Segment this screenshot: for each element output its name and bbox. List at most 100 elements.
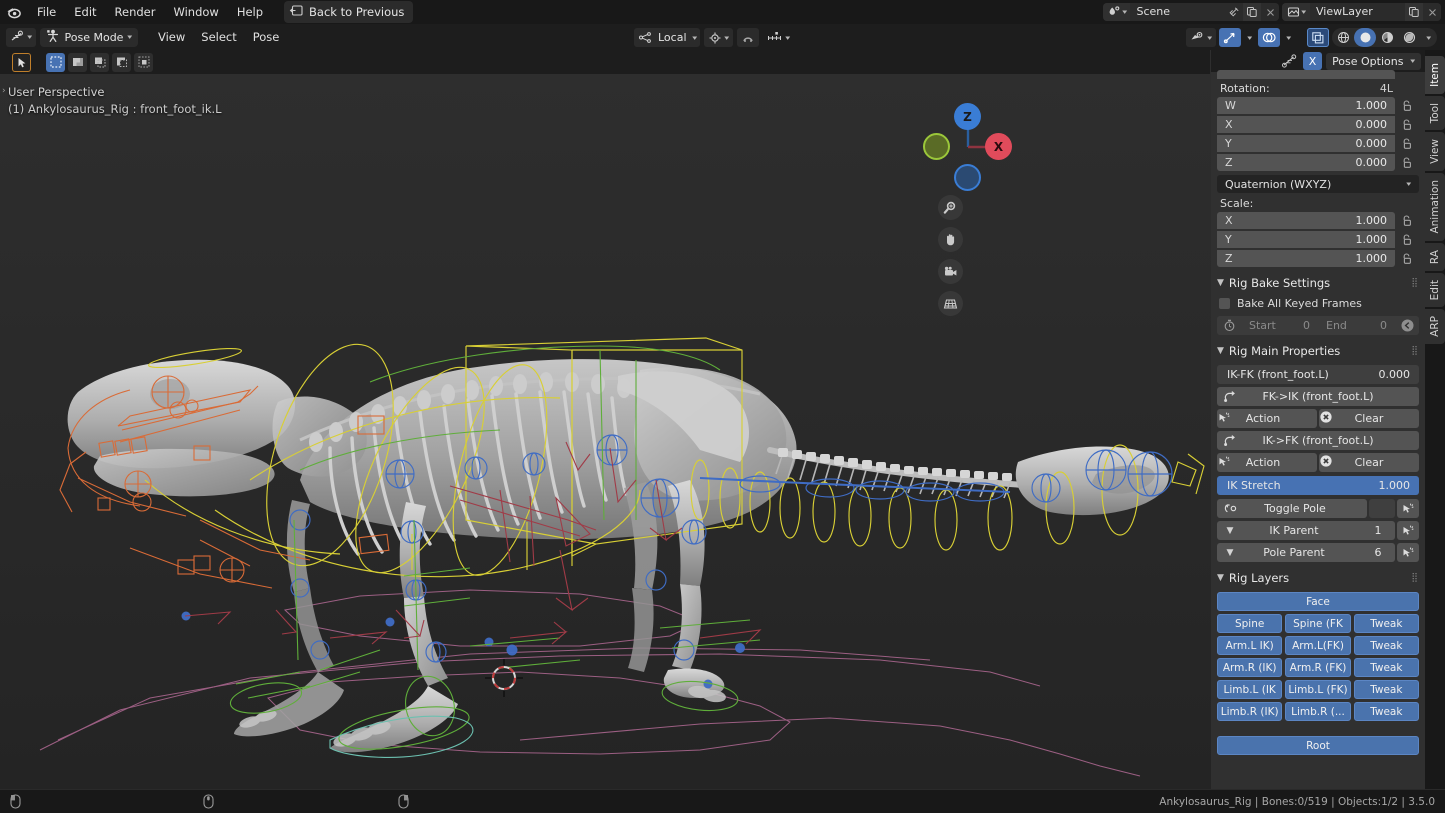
select-difference-mode-button[interactable] <box>134 53 153 72</box>
overlay-options-dropdown[interactable]: ▾ <box>1283 28 1295 47</box>
gizmo-axis-x[interactable]: X <box>985 133 1012 160</box>
zoom-view-button[interactable] <box>938 195 963 220</box>
close-icon[interactable] <box>1261 3 1279 21</box>
stopwatch-icon[interactable] <box>1217 319 1241 332</box>
rig-main-properties-header[interactable]: ▼ Rig Main Properties ⣿ <box>1217 344 1419 358</box>
snap-toggle-button[interactable] <box>737 28 759 47</box>
shading-solid-button[interactable] <box>1354 28 1376 47</box>
new-scene-button[interactable] <box>1243 3 1261 21</box>
menu-render[interactable]: Render <box>106 2 165 22</box>
rig-layer-limb-l-tweak[interactable]: Tweak <box>1354 680 1419 699</box>
bake-action-icon[interactable] <box>1395 318 1419 333</box>
new-viewlayer-button[interactable] <box>1405 3 1423 21</box>
rig-layer-spine-fk[interactable]: Spine (FK <box>1285 614 1350 633</box>
scale-y-field[interactable]: Y 1.000 <box>1217 231 1395 248</box>
rig-layer-arm-l-ik[interactable]: Arm.L IK) <box>1217 636 1282 655</box>
pole-parent-keyframe-button[interactable] <box>1397 543 1419 562</box>
pivot-point-selector[interactable]: ▾ <box>704 28 733 47</box>
panel-drag-grip[interactable]: ⣿ <box>1411 278 1419 288</box>
menu-window[interactable]: Window <box>164 2 227 22</box>
shading-material-button[interactable] <box>1376 28 1398 47</box>
show-overlays-toggle[interactable] <box>1258 28 1280 47</box>
bake-start-field[interactable]: Start 0 <box>1241 319 1318 332</box>
ik-to-fk-button[interactable]: IK->FK (front_foot.L) <box>1217 431 1419 450</box>
pose-options-dropdown[interactable]: Pose Options ▾ <box>1326 53 1421 70</box>
sidebar-tab-edit[interactable]: Edit <box>1425 273 1445 307</box>
panel-drag-grip[interactable]: ⣿ <box>1411 346 1419 356</box>
scale-y-lock[interactable] <box>1395 233 1419 246</box>
rotation-w-field[interactable]: W 1.000 <box>1217 97 1395 114</box>
gizmo-axis-z[interactable]: Z <box>954 103 981 130</box>
rig-layer-limb-r-ik[interactable]: Limb.R (IK) <box>1217 702 1282 721</box>
rotation-y-lock[interactable] <box>1395 137 1419 150</box>
pan-view-button[interactable] <box>938 227 963 252</box>
blender-logo-icon[interactable] <box>0 0 28 24</box>
ik-clear-button[interactable]: Clear <box>1319 453 1419 472</box>
rig-layer-face[interactable]: Face <box>1217 592 1419 611</box>
sidebar-tab-tool[interactable]: Tool <box>1425 96 1445 130</box>
bone-constraint-icon[interactable] <box>1279 52 1299 70</box>
fk-clear-button[interactable]: Clear <box>1319 409 1419 428</box>
fk-to-ik-button[interactable]: FK->IK (front_foot.L) <box>1217 387 1419 406</box>
show-gizmo-toggle[interactable] <box>1219 28 1241 47</box>
scale-x-lock[interactable] <box>1395 214 1419 227</box>
viewport-menu-view[interactable]: View <box>150 28 193 46</box>
ik-action-button[interactable]: Action <box>1217 453 1317 472</box>
rig-layer-spine[interactable]: Spine <box>1217 614 1282 633</box>
ik-parent-keyframe-button[interactable] <box>1397 521 1419 540</box>
tweak-tool-button[interactable] <box>12 53 31 72</box>
viewlayer-icon[interactable]: ▾ <box>1282 3 1310 21</box>
rig-layer-arm-l-tweak[interactable]: Tweak <box>1354 636 1419 655</box>
camera-view-button[interactable] <box>938 259 963 284</box>
menu-edit[interactable]: Edit <box>65 2 105 22</box>
ik-parent-dropdown[interactable]: ▼ IK Parent 1 <box>1217 521 1395 540</box>
rotation-z-field[interactable]: Z 0.000 <box>1217 154 1395 171</box>
back-to-previous-button[interactable]: Back to Previous <box>284 1 413 23</box>
rotation-y-field[interactable]: Y 0.000 <box>1217 135 1395 152</box>
viewlayer-name[interactable]: ViewLayer <box>1310 3 1405 21</box>
toggle-pole-keyframe-button[interactable] <box>1397 499 1419 518</box>
scene-name[interactable]: Scene <box>1130 3 1225 21</box>
toggle-perspective-button[interactable] <box>938 291 963 316</box>
shading-options-dropdown[interactable]: ▾ <box>1420 28 1437 47</box>
sidebar-tab-view[interactable]: View <box>1425 132 1445 171</box>
rig-layers-header[interactable]: ▼ Rig Layers ⣿ <box>1217 571 1419 585</box>
sidebar-tab-ra[interactable]: RA <box>1425 243 1445 271</box>
menu-file[interactable]: File <box>28 2 65 22</box>
remove-viewlayer-button[interactable] <box>1423 3 1441 21</box>
pole-parent-dropdown[interactable]: ▼ Pole Parent 6 <box>1217 543 1395 562</box>
rig-layer-limb-r-fk[interactable]: Limb.R (... <box>1285 702 1350 721</box>
shading-wireframe-button[interactable] <box>1332 28 1354 47</box>
bake-all-keyed-frames-checkbox[interactable] <box>1219 298 1230 309</box>
rig-layer-arm-r-ik[interactable]: Arm.R (IK) <box>1217 658 1282 677</box>
xray-toggle[interactable] <box>1307 28 1329 47</box>
ik-fk-slider[interactable]: IK-FK (front_foot.L) 0.000 <box>1217 365 1419 384</box>
rig-layer-arm-r-tweak[interactable]: Tweak <box>1354 658 1419 677</box>
sidebar-tab-animation[interactable]: Animation <box>1425 173 1445 241</box>
toggle-pole-button[interactable]: Toggle Pole <box>1217 499 1367 518</box>
close-sidebar-x-button[interactable]: X <box>1303 52 1322 70</box>
rotation-z-lock[interactable] <box>1395 156 1419 169</box>
menu-help[interactable]: Help <box>228 2 272 22</box>
viewport-collapse-chevron[interactable]: › <box>2 86 6 96</box>
viewport-menu-select[interactable]: Select <box>193 28 244 46</box>
transform-orientation-selector[interactable]: Local ▾ <box>634 28 700 47</box>
rig-layer-arm-r-fk[interactable]: Arm.R (FK) <box>1285 658 1350 677</box>
ik-stretch-slider[interactable]: IK Stretch 1.000 <box>1217 476 1419 495</box>
rotation-mode-dropdown[interactable]: Quaternion (WXYZ) ▾ <box>1217 175 1419 193</box>
mode-selector[interactable]: Pose Mode ▾ <box>40 28 138 47</box>
gizmo-axis-y-negative[interactable] <box>923 133 950 160</box>
rig-layer-limb-l-ik[interactable]: Limb.L (IK <box>1217 680 1282 699</box>
shading-rendered-button[interactable] <box>1398 28 1420 47</box>
rotation-x-field[interactable]: X 0.000 <box>1217 116 1395 133</box>
select-box-tool-button[interactable] <box>46 53 65 72</box>
sidebar-tab-item[interactable]: Item <box>1425 56 1445 94</box>
3d-viewport[interactable]: › User Perspective (1) Ankylosaurus_Rig … <box>0 50 1211 790</box>
snap-target-selector[interactable]: ▾ <box>763 28 794 47</box>
scale-z-field[interactable]: Z 1.000 <box>1217 250 1395 267</box>
scale-x-field[interactable]: X 1.000 <box>1217 212 1395 229</box>
sidebar-tab-arp[interactable]: ARP <box>1425 309 1445 344</box>
scene-selector[interactable]: ▾ Scene <box>1103 3 1280 21</box>
rig-bake-settings-header[interactable]: ▼ Rig Bake Settings ⣿ <box>1217 276 1419 290</box>
rig-layer-arm-l-fk[interactable]: Arm.L(FK) <box>1285 636 1350 655</box>
